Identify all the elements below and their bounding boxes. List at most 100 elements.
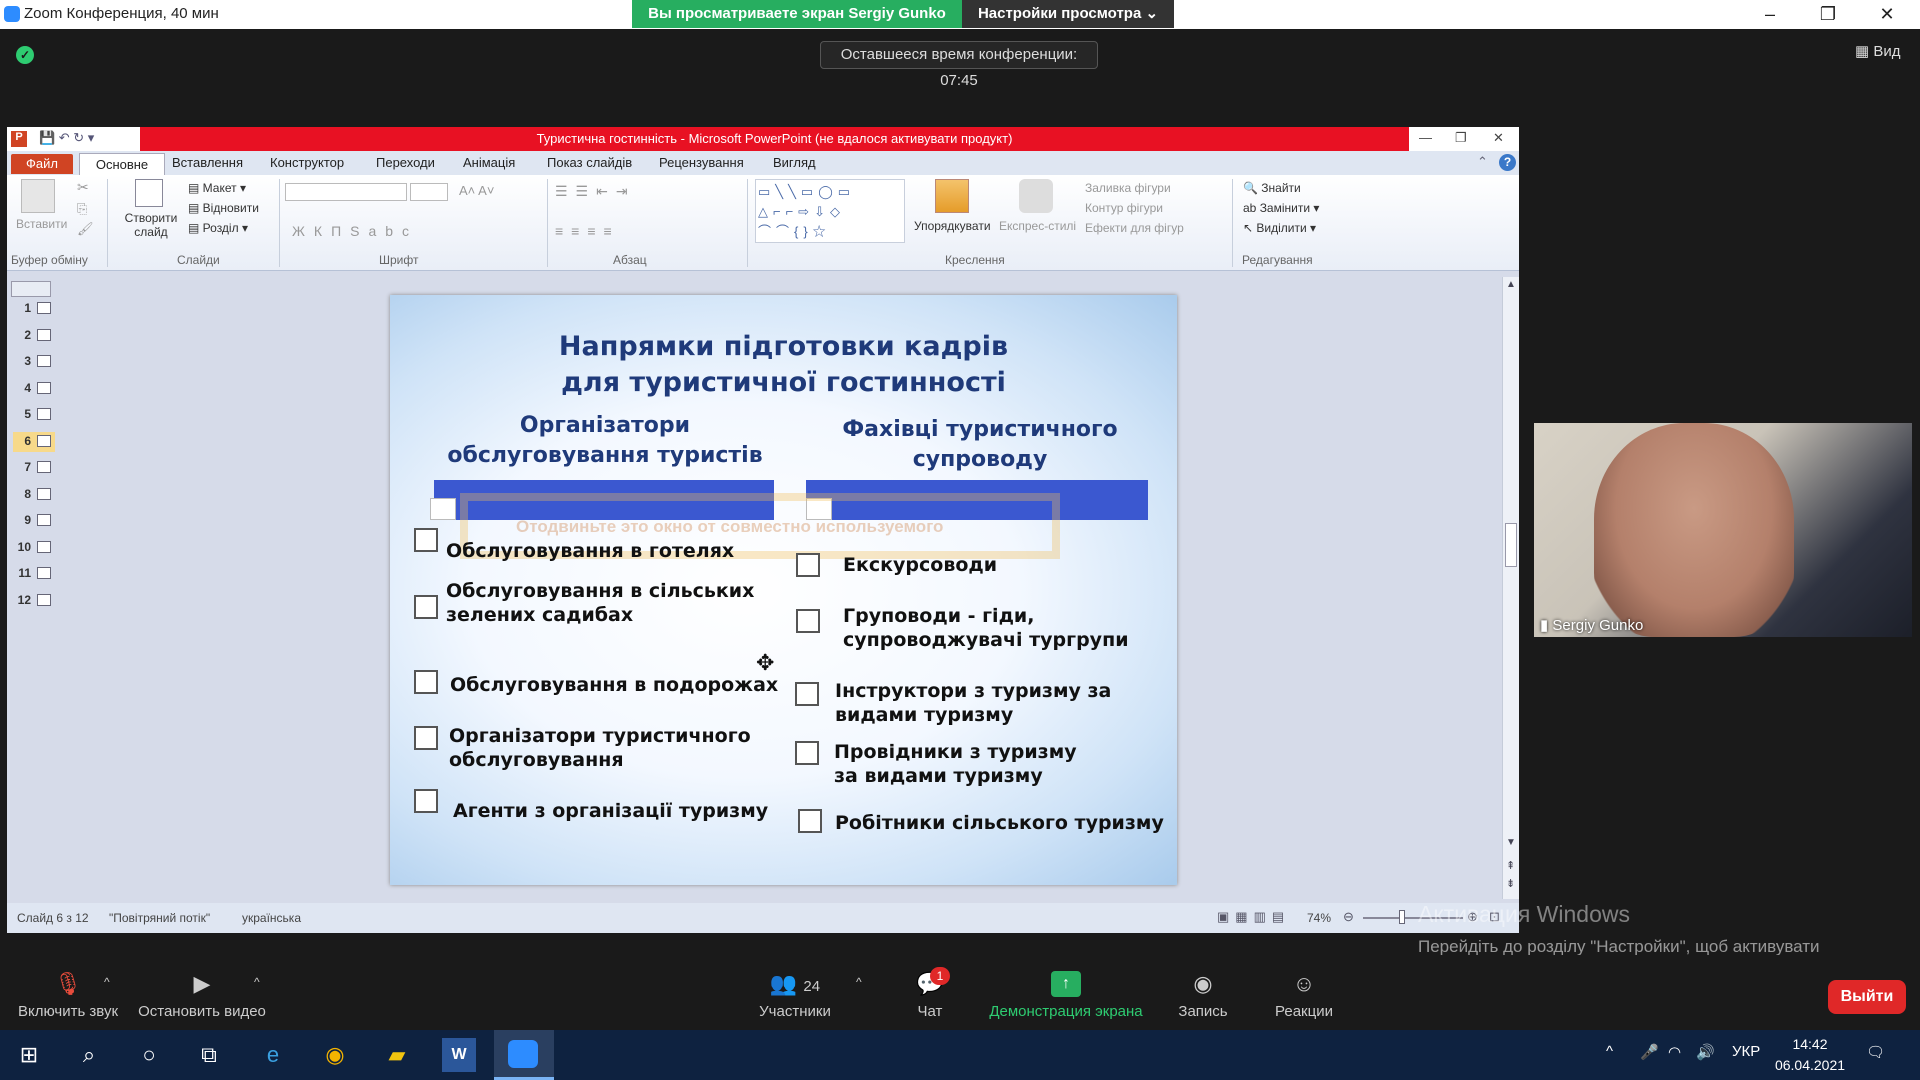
outline-tab-icon[interactable] (11, 281, 51, 297)
shape-fill-button[interactable]: Заливка фігури (1085, 181, 1171, 195)
volume-icon[interactable]: 🔊 (1696, 1043, 1715, 1061)
tray-chevron-icon[interactable]: ^ (1606, 1043, 1613, 1060)
minimize-icon[interactable]: – (1745, 2, 1795, 26)
scroll-up-icon[interactable]: ▲ (1506, 279, 1516, 290)
microphone-icon[interactable]: 🎤 (1640, 1043, 1659, 1061)
quick-styles-button[interactable]: Експрес-стилі (999, 219, 1076, 233)
slide-thumbnail[interactable]: 1 (13, 299, 55, 319)
shape-outline-button[interactable]: Контур фігури (1085, 201, 1163, 215)
system-clock[interactable]: 14:42 06.04.2021 (1770, 1034, 1850, 1076)
replace-button[interactable]: ab Замінити ▾ (1243, 201, 1319, 215)
slide-thumbnail[interactable]: 6 (13, 431, 55, 452)
next-slide-icon[interactable]: ⇟ (1506, 877, 1515, 890)
ppt-minimize-icon[interactable]: — (1419, 130, 1432, 145)
tab-transitions[interactable]: Переходи (376, 155, 435, 170)
scroll-down-icon[interactable]: ▼ (1506, 837, 1516, 848)
view-options-button[interactable]: Настройки просмотра ⌄ (962, 0, 1174, 28)
tab-animations[interactable]: Анімація (463, 155, 515, 170)
word-icon[interactable]: W (442, 1038, 476, 1072)
status-theme[interactable]: "Повітряний потік" (109, 911, 210, 925)
unmute-button[interactable]: 🎙 Включить звук (8, 971, 128, 1020)
select-button[interactable]: ↖ Виділити ▾ (1243, 221, 1316, 235)
stop-video-button[interactable]: ▶ Остановить видео (136, 971, 268, 1020)
new-slide-icon[interactable] (135, 179, 163, 207)
collapse-ribbon-icon[interactable]: ⌃ (1477, 154, 1488, 170)
paste-icon[interactable] (21, 179, 55, 213)
encryption-shield-icon[interactable]: ✓ (16, 46, 34, 64)
tab-review[interactable]: Рецензування (659, 155, 744, 170)
view-mode-icons[interactable]: ▣▦▥▤ (1217, 909, 1290, 925)
grow-font-icon[interactable]: A˄ A˅ (459, 183, 494, 198)
shape-effects-button[interactable]: Ефекти для фігур (1085, 221, 1184, 235)
file-explorer-icon[interactable]: ▰ (380, 1038, 414, 1072)
copy-icon[interactable]: ⎘ (77, 201, 87, 217)
reactions-button[interactable]: ☺ Реакции (1266, 971, 1342, 1020)
quick-access-icons[interactable]: 💾 ↶ ↻ ▾ (39, 130, 94, 146)
slide-thumbnail[interactable]: 5 (13, 405, 55, 425)
slide-thumbnail[interactable]: 3 (13, 352, 55, 372)
participant-video[interactable]: ▮ Sergiy Gunko (1534, 423, 1912, 637)
slide-thumbnail[interactable]: 4 (13, 379, 55, 399)
layout-button[interactable]: ▤ Макет ▾ (188, 181, 246, 195)
list-icons[interactable]: ☰☰⇤⇥ (555, 183, 636, 200)
slide-thumbnail[interactable]: 2 (13, 326, 55, 346)
zoom-level[interactable]: 74% (1307, 911, 1331, 925)
tab-design[interactable]: Конструктор (270, 155, 344, 170)
shapes-gallery[interactable]: ▭╲╲▭◯▭ △⌐⌐⇨⇩◇ ⌒⌒{}☆ (755, 179, 905, 243)
font-name-select[interactable] (285, 183, 407, 201)
notifications-icon[interactable]: 🗨 (1866, 1043, 1885, 1061)
cut-icon[interactable]: ✂ (77, 179, 89, 196)
input-language[interactable]: УКР (1732, 1043, 1760, 1060)
reset-button[interactable]: ▤ Відновити (188, 201, 259, 215)
format-painter-icon[interactable]: 🖌 (77, 221, 94, 237)
participants-button[interactable]: 👥 24 Участники (750, 971, 840, 1020)
arrange-icon[interactable] (935, 179, 969, 213)
cortana-icon[interactable]: ○ (132, 1038, 166, 1072)
share-screen-button[interactable]: ↑ Демонстрация экрана (980, 971, 1152, 1020)
zoom-taskbar-item[interactable] (494, 1030, 554, 1080)
arrange-button[interactable]: Упорядкувати (914, 219, 991, 233)
close-icon[interactable]: ✕ (1862, 2, 1912, 26)
slide[interactable]: Напрямки підготовки кадрів для туристичн… (390, 295, 1177, 885)
status-language[interactable]: українська (242, 911, 301, 925)
vertical-scrollbar[interactable]: ▲ ▼ ⇞ ⇟ (1502, 277, 1519, 899)
zoom-slider-thumb[interactable] (1399, 910, 1405, 924)
tab-home[interactable]: Основне (79, 153, 165, 175)
paste-button[interactable]: Вставити (16, 217, 67, 231)
slide-thumbnail[interactable]: 9 (13, 511, 55, 531)
tab-slideshow[interactable]: Показ слайдів (547, 155, 632, 170)
record-button[interactable]: ◉ Запись (1168, 971, 1238, 1020)
new-slide-button[interactable]: Створити слайд (124, 211, 178, 239)
slide-thumbnail[interactable]: 8 (13, 485, 55, 505)
participants-chevron-icon[interactable]: ^ (856, 975, 862, 989)
help-icon[interactable]: ? (1499, 154, 1516, 171)
prev-slide-icon[interactable]: ⇞ (1506, 859, 1515, 872)
section-button[interactable]: ▤ Розділ ▾ (188, 221, 248, 235)
slide-thumbnail[interactable]: 11 (13, 564, 55, 584)
edge-icon[interactable]: e (256, 1038, 290, 1072)
font-format-icons[interactable]: ЖКПЅаbc (292, 223, 418, 239)
ppt-close-icon[interactable]: ✕ (1493, 130, 1504, 146)
align-icons[interactable]: ≡≡≡≡ (555, 223, 620, 239)
search-icon[interactable]: ⌕ (72, 1038, 106, 1072)
tab-insert[interactable]: Вставлення (172, 155, 243, 170)
windows-start-icon[interactable]: ⊞ (12, 1038, 46, 1072)
video-options-chevron-icon[interactable]: ^ (254, 975, 260, 989)
quick-styles-icon[interactable] (1019, 179, 1053, 213)
scroll-thumb[interactable] (1505, 523, 1517, 567)
chrome-icon[interactable]: ◉ (318, 1038, 352, 1072)
leave-button[interactable]: Выйти (1828, 980, 1906, 1014)
slide-thumbnail[interactable]: 12 (13, 591, 55, 611)
tab-view[interactable]: Вигляд (773, 155, 816, 170)
wifi-icon[interactable]: ◠ (1668, 1043, 1681, 1061)
task-view-icon[interactable]: ⧉ (192, 1038, 226, 1072)
zoom-out-icon[interactable]: ⊖ (1343, 909, 1354, 925)
audio-options-chevron-icon[interactable]: ^ (104, 975, 110, 989)
view-button[interactable]: ▦ Вид (1855, 42, 1900, 60)
ppt-restore-icon[interactable]: ❐ (1455, 130, 1467, 146)
find-button[interactable]: 🔍 Знайти (1243, 181, 1301, 195)
restore-icon[interactable]: ❐ (1803, 2, 1853, 26)
tab-file[interactable]: Файл (11, 154, 73, 174)
slide-thumbnail[interactable]: 7 (13, 458, 55, 478)
slide-thumbnail[interactable]: 10 (13, 538, 55, 558)
